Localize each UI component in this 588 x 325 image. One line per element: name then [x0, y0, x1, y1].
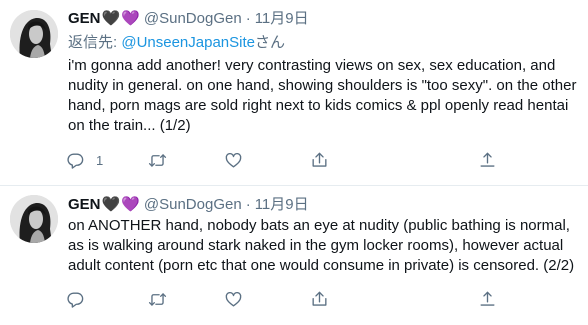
- timestamp[interactable]: 11月9日: [255, 9, 309, 29]
- reply-count: 1: [96, 152, 104, 168]
- like-button[interactable]: [224, 289, 243, 309]
- tweet-text: i'm gonna add another! very contrasting …: [68, 57, 577, 134]
- author-handle[interactable]: @SunDogGen: [144, 9, 242, 29]
- tweet-content: GEN 🖤 💜 @SunDogGen · 11月9日 返信先: @UnseenJ…: [68, 9, 578, 136]
- reply-icon: [67, 152, 84, 169]
- avatar-photo: [10, 10, 58, 58]
- purple-heart-emoji: 💜: [121, 10, 140, 27]
- black-heart-emoji: 🖤: [101, 196, 121, 213]
- tweet-actions: [66, 289, 506, 309]
- retweet-icon: [148, 153, 167, 167]
- separator-dot: ·: [245, 10, 251, 27]
- reply-button[interactable]: [66, 289, 85, 309]
- retweet-button[interactable]: [148, 150, 167, 170]
- reply-prefix: 返信先:: [68, 34, 122, 51]
- tweet-header: GEN 🖤 💜 @SunDogGen · 11月9日: [68, 195, 578, 215]
- reply-mention-link[interactable]: @UnseenJapanSite: [121, 34, 255, 51]
- timestamp[interactable]: 11月9日: [255, 195, 309, 215]
- tweet-header: GEN 🖤 💜 @SunDogGen · 11月9日: [68, 9, 578, 29]
- author-handle[interactable]: @SunDogGen: [144, 195, 242, 215]
- avatar[interactable]: [10, 195, 58, 243]
- share-button[interactable]: [310, 150, 329, 170]
- separator-dot: ·: [245, 196, 251, 213]
- retweet-icon: [148, 292, 167, 306]
- author-name[interactable]: GEN: [68, 9, 101, 29]
- reply-icon: [67, 291, 84, 308]
- tweet-text: on ANOTHER hand, nobody bats an eye at n…: [68, 217, 575, 274]
- replying-to: 返信先: @UnseenJapanSiteさん: [68, 33, 578, 53]
- avatar-photo: [10, 195, 58, 243]
- reply-suffix: さん: [255, 34, 286, 51]
- tweet-content: GEN 🖤 💜 @SunDogGen · 11月9日 on ANOTHER ha…: [68, 195, 578, 276]
- more-icon: [480, 152, 495, 167]
- tweet-1[interactable]: GEN 🖤 💜 @SunDogGen · 11月9日 返信先: @UnseenJ…: [0, 0, 588, 186]
- more-button[interactable]: [478, 150, 497, 170]
- author-name[interactable]: GEN: [68, 195, 101, 215]
- more-icon: [480, 291, 495, 306]
- share-icon: [312, 152, 327, 167]
- reply-button[interactable]: 1: [66, 150, 103, 170]
- like-icon: [225, 152, 242, 168]
- tweet-2[interactable]: GEN 🖤 💜 @SunDogGen · 11月9日 on ANOTHER ha…: [0, 186, 588, 325]
- retweet-button[interactable]: [148, 289, 167, 309]
- avatar[interactable]: [10, 10, 58, 58]
- share-button[interactable]: [310, 289, 329, 309]
- tweet-actions: 1: [66, 150, 506, 170]
- more-button[interactable]: [478, 289, 497, 309]
- share-icon: [312, 291, 327, 306]
- black-heart-emoji: 🖤: [101, 10, 121, 27]
- like-icon: [225, 291, 242, 307]
- like-button[interactable]: [224, 150, 243, 170]
- purple-heart-emoji: 💜: [121, 196, 140, 213]
